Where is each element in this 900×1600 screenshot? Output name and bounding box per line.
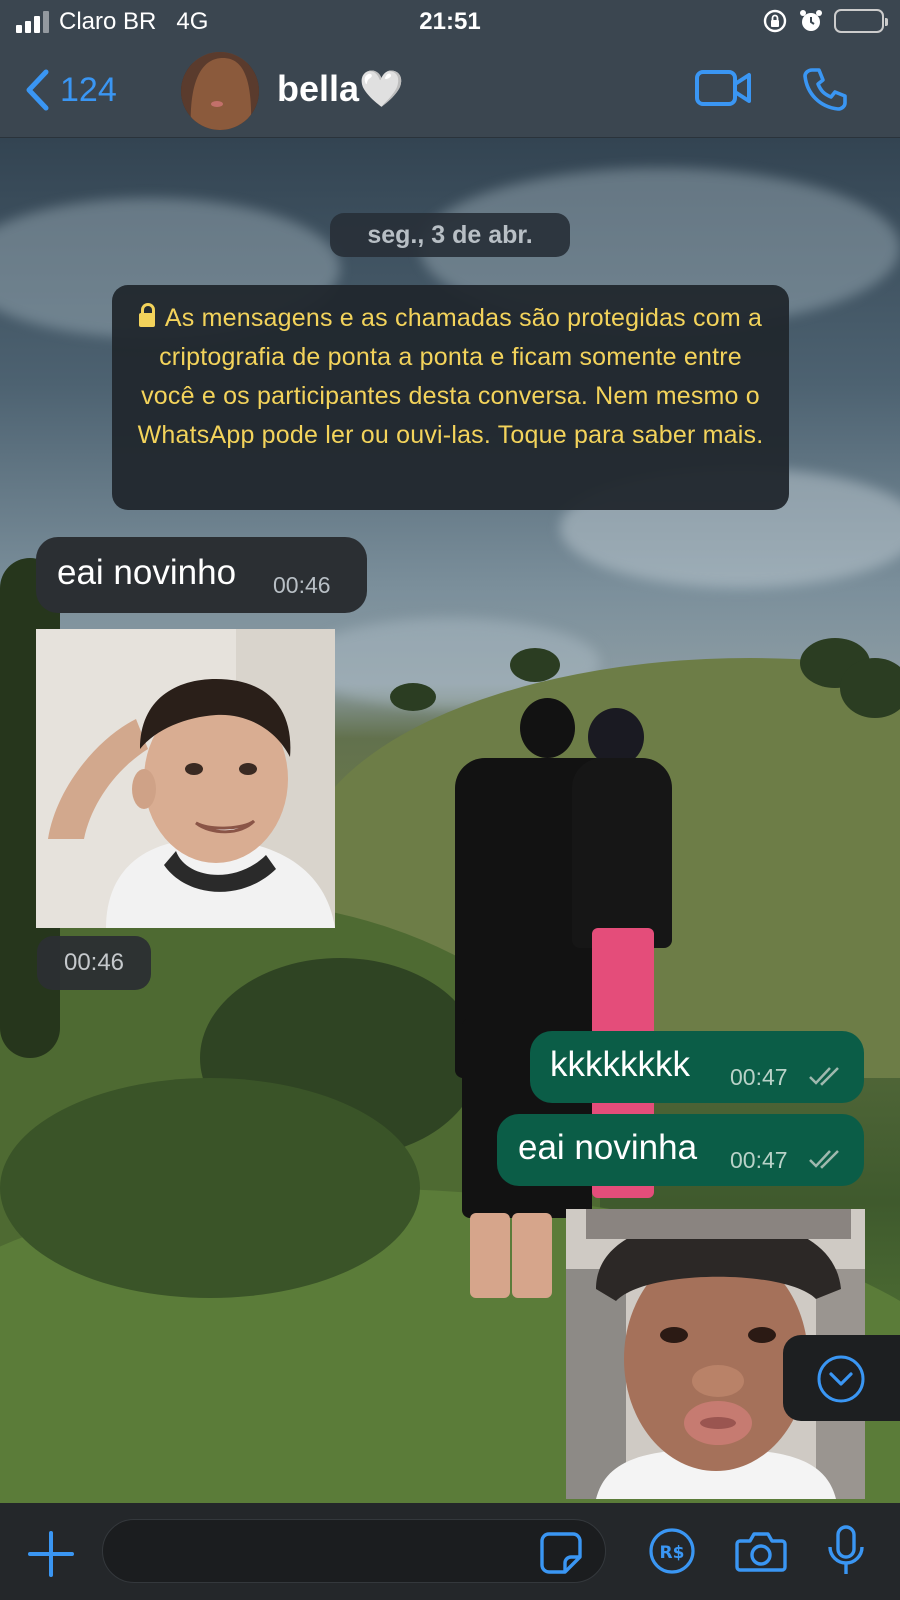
back-button[interactable]: 124	[24, 68, 117, 112]
date-separator: seg., 3 de abr.	[330, 213, 570, 257]
message-text: kkkkkkkk	[550, 1045, 690, 1084]
encryption-notice-text: As mensagens e as chamadas são protegida…	[137, 304, 764, 449]
microphone-icon[interactable]	[826, 1525, 866, 1577]
phone-icon[interactable]	[802, 66, 848, 112]
scroll-to-bottom-button[interactable]	[783, 1335, 900, 1421]
message-time: 00:47	[730, 1147, 788, 1173]
plus-icon[interactable]	[28, 1531, 74, 1577]
outgoing-message-bubble[interactable]: kkkkkkkk 00:47	[530, 1031, 864, 1103]
status-bar: Claro BR 4G 21:51	[0, 0, 900, 46]
camera-icon[interactable]	[735, 1529, 787, 1573]
rotation-lock-icon	[763, 9, 787, 33]
contact-avatar[interactable]	[181, 52, 259, 130]
outgoing-message-bubble[interactable]: eai novinha 00:47	[497, 1114, 864, 1186]
video-camera-icon[interactable]	[694, 66, 752, 110]
incoming-photo[interactable]	[36, 629, 335, 928]
chevron-down-circle-icon	[817, 1355, 865, 1403]
read-receipt-icon	[809, 1150, 839, 1169]
incoming-message-bubble[interactable]: eai novinho 00:46	[36, 537, 367, 613]
battery-icon	[834, 9, 888, 33]
alarm-icon	[800, 10, 822, 31]
contact-name[interactable]: bella🤍	[277, 68, 404, 110]
photo-time: 00:46	[37, 936, 151, 990]
message-input-bar: R$	[0, 1503, 900, 1600]
sticker-icon[interactable]	[539, 1531, 583, 1575]
chat-header: 124 bella🤍	[0, 46, 900, 138]
encryption-notice[interactable]: As mensagens e as chamadas são protegida…	[112, 285, 789, 510]
message-time: 00:47	[730, 1064, 788, 1090]
status-right	[762, 8, 888, 34]
message-text: eai novinha	[518, 1128, 698, 1167]
message-text: eai novinho	[57, 553, 237, 592]
read-receipt-icon	[809, 1067, 839, 1086]
message-time: 00:46	[273, 572, 331, 598]
lock-icon	[138, 303, 155, 327]
unread-count: 124	[60, 70, 117, 109]
svg-text:R$: R$	[660, 1543, 685, 1563]
chevron-left-icon	[26, 69, 49, 111]
payment-icon[interactable]: R$	[648, 1527, 696, 1575]
message-input[interactable]	[102, 1519, 606, 1583]
